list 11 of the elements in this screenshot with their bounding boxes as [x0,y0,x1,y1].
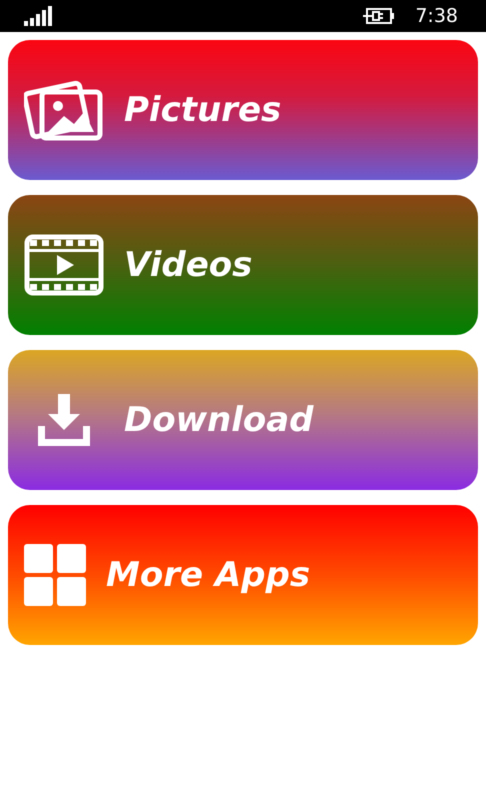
menu-tile[interactable]: Download [8,350,478,490]
menu-tile[interactable]: More Apps [8,505,478,645]
clock-time: 7:38 [415,4,458,29]
photos-icon [24,78,104,142]
download-icon [36,392,92,448]
grid-icon [24,544,86,606]
battery-charging-icon [363,7,396,25]
film-play-icon [24,234,104,296]
menu-tile[interactable]: Pictures [8,40,478,180]
menu-tile[interactable]: Videos [8,195,478,335]
signal-icon [24,6,54,26]
